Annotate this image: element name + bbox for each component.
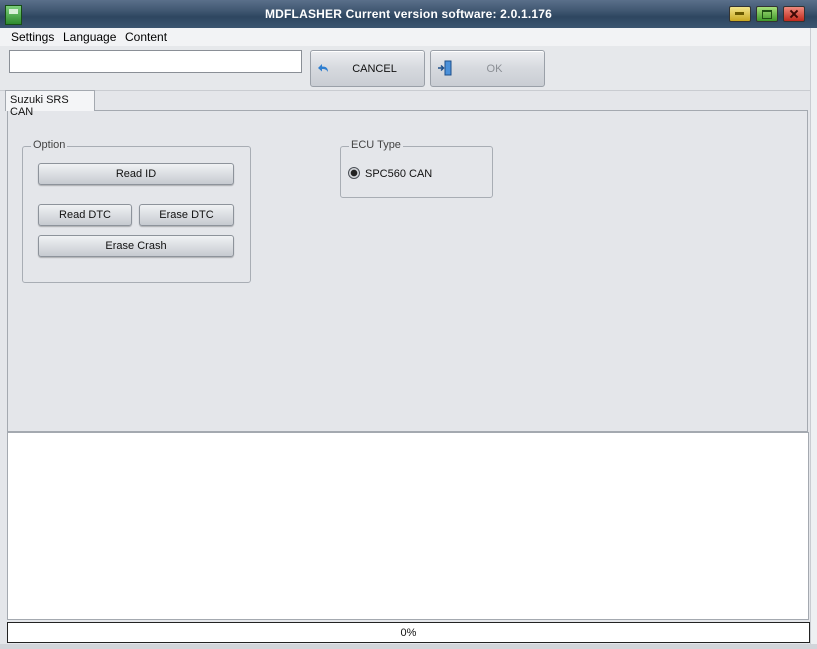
ok-button[interactable]: OK — [430, 50, 545, 87]
ok-label: OK — [486, 63, 503, 75]
progress-bar: 0% — [7, 622, 810, 643]
minimize-button[interactable] — [729, 6, 751, 22]
cancel-label: CANCEL — [352, 63, 397, 75]
ecu-radio-label: SPC560 CAN — [365, 168, 433, 180]
menu-bar: Settings Language Content — [0, 28, 817, 46]
option-group-title: Option — [31, 139, 68, 151]
progress-label: 0% — [400, 627, 417, 639]
menu-language[interactable]: Language — [63, 30, 116, 44]
title-bar: MDFLASHER Current version software: 2.0.… — [0, 0, 817, 29]
read-dtc-button[interactable]: Read DTC — [38, 204, 132, 226]
tab-suzuki-srs-can[interactable]: Suzuki SRS CAN — [5, 90, 95, 118]
ecu-radio-spc560[interactable] — [348, 167, 360, 179]
status-input[interactable] — [9, 50, 302, 73]
menu-settings[interactable]: Settings — [11, 30, 54, 44]
close-button[interactable] — [783, 6, 805, 22]
read-id-button[interactable]: Read ID — [38, 163, 234, 185]
cancel-button[interactable]: CANCEL — [310, 50, 425, 87]
log-output[interactable] — [7, 432, 809, 620]
menu-content[interactable]: Content — [125, 30, 167, 44]
maximize-button[interactable] — [756, 6, 778, 22]
status-bar — [0, 644, 817, 649]
ecu-type-group-title: ECU Type — [349, 139, 403, 151]
erase-crash-button[interactable]: Erase Crash — [38, 235, 234, 257]
window-title: MDFLASHER Current version software: 2.0.… — [264, 7, 553, 21]
window-edge — [810, 28, 817, 649]
erase-dtc-button[interactable]: Erase DTC — [139, 204, 234, 226]
